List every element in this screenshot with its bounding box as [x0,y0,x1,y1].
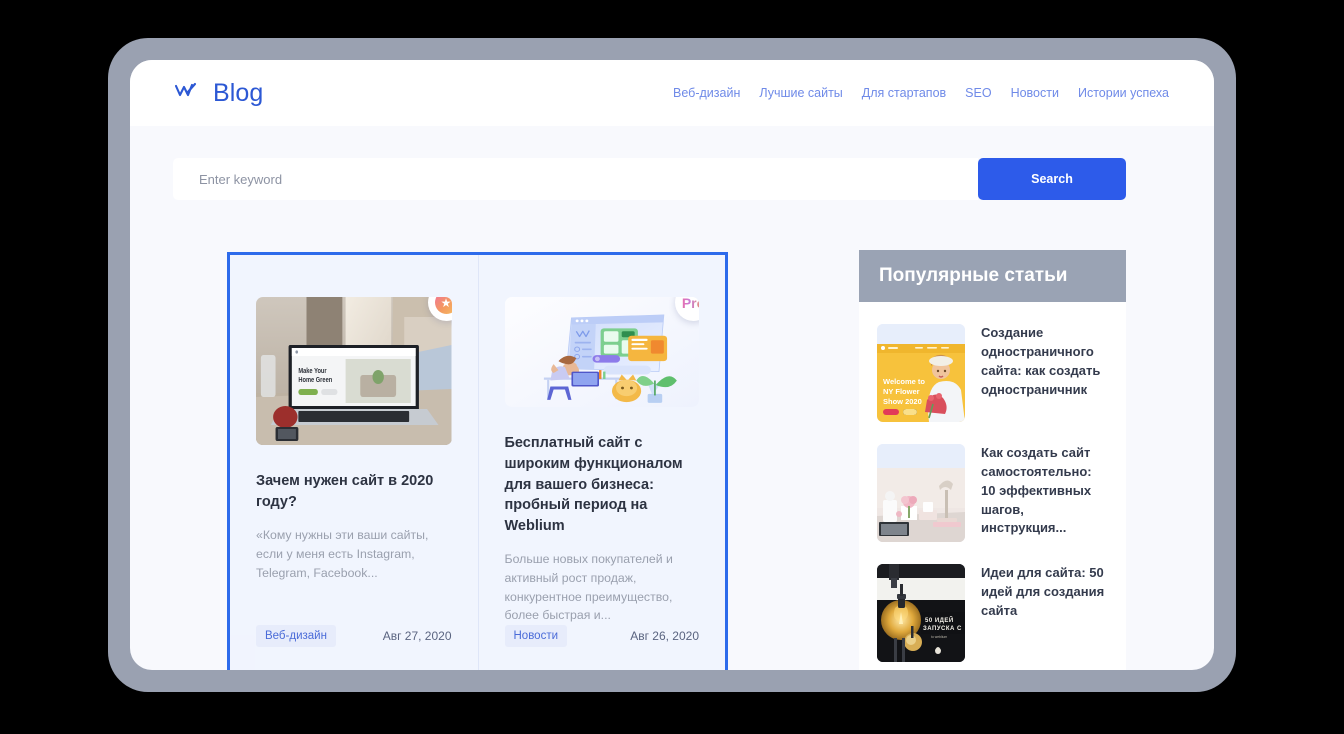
article-excerpt: Больше новых покупателей и активный рост… [504,552,673,623]
svg-text:NY Flower: NY Flower [883,387,920,396]
nav-item-seo[interactable]: SEO [965,86,991,100]
sidebar-header: Популярные статьи [859,250,1126,302]
article-footer: Новости Авг 26, 2020 [504,625,699,647]
popular-article-item[interactable]: 50 ИДЕЙ ЗАПУСКА С to weblium Идеи для са… [859,542,1126,662]
popular-article-item[interactable]: Как создать сайт самостоятельно: 10 эффе… [859,422,1126,542]
article-footer: Веб-дизайн Авг 27, 2020 [256,625,452,647]
article-date: Авг 26, 2020 [630,629,699,643]
search-button[interactable]: Search [978,158,1126,200]
popular-article-thumbnail[interactable]: Welcome to NY Flower Show 2020 [877,324,965,422]
article-thumbnail-illustration[interactable]: Pro [504,297,699,408]
brand-logo[interactable]: Blog [174,79,263,108]
svg-text:Make Your: Make Your [298,368,327,376]
popular-article-item[interactable]: Welcome to NY Flower Show 2020 Создание … [859,302,1126,422]
popular-articles-sidebar: Популярные статьи Welcome to NY Flower S… [859,250,1126,670]
article-card[interactable]: Pro Бесплатный сайт с широким функционал… [477,255,726,670]
nav-item-best-sites[interactable]: Лучшие сайты [759,86,842,100]
popular-article-thumbnail[interactable]: 50 ИДЕЙ ЗАПУСКА С to weblium [877,564,965,662]
svg-text:ЗАПУСКА С: ЗАПУСКА С [923,626,962,632]
popular-article-title[interactable]: Создание одностраничного сайта: как созд… [981,324,1108,422]
svg-text:to weblium: to weblium [931,635,947,639]
pro-badge-label: Pro [682,297,699,311]
article-title[interactable]: Зачем нужен сайт в 2020 году? [256,471,452,512]
sidebar-title: Популярные статьи [879,265,1068,286]
article-thumbnail-laptop-photo[interactable]: Make Your Home Green ★ [256,297,452,445]
popular-article-title[interactable]: Как создать сайт самостоятельно: 10 эффе… [981,444,1108,542]
browser-page: Blog Веб-дизайн Лучшие сайты Для стартап… [130,60,1214,670]
svg-text:Welcome to: Welcome to [883,377,925,386]
device-frame: Blog Веб-дизайн Лучшие сайты Для стартап… [108,38,1236,692]
site-header: Blog Веб-дизайн Лучшие сайты Для стартап… [130,60,1214,126]
nav-item-web-design[interactable]: Веб-дизайн [673,86,740,100]
articles-grid-selected[interactable]: Make Your Home Green ★ Зачем нужен сайт … [227,252,728,670]
main-navigation: Веб-дизайн Лучшие сайты Для стартапов SE… [673,86,1169,100]
nav-item-for-startups[interactable]: Для стартапов [862,86,946,100]
article-category-tag[interactable]: Новости [504,625,568,647]
svg-text:50 ИДЕЙ: 50 ИДЕЙ [925,616,954,624]
popular-article-thumbnail[interactable] [877,444,965,542]
weblium-crown-icon [174,81,204,106]
article-card[interactable]: Make Your Home Green ★ Зачем нужен сайт … [230,255,478,670]
svg-text:Show 2020: Show 2020 [883,397,922,406]
article-date: Авг 27, 2020 [382,629,452,643]
article-excerpt: «Кому нужны эти ваши сайты, если у меня … [256,528,429,580]
brand-name: Blog [213,78,264,107]
article-category-tag[interactable]: Веб-дизайн [256,625,336,647]
search-input[interactable] [173,158,978,200]
nav-item-success-stories[interactable]: Истории успеха [1078,86,1169,100]
nav-item-news[interactable]: Новости [1011,86,1059,100]
search-bar: Search [173,158,1126,200]
svg-text:Home Green: Home Green [298,377,332,385]
popular-article-title[interactable]: Идеи для сайта: 50 идей для создания сай… [981,564,1108,662]
article-title[interactable]: Бесплатный сайт с широким функционалом д… [505,433,700,536]
star-icon: ★ [434,297,452,314]
